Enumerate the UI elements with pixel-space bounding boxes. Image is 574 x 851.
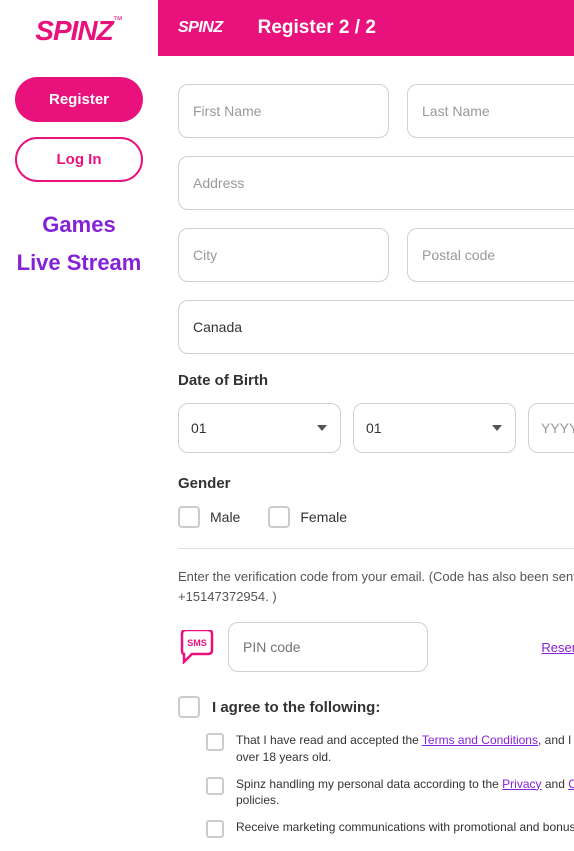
dob-day-select[interactable] bbox=[178, 403, 341, 453]
checkbox-icon bbox=[268, 506, 290, 528]
agree-privacy-text: Spinz handling my personal data accordin… bbox=[236, 776, 574, 810]
nav-games[interactable]: Games bbox=[42, 212, 115, 238]
gender-female-option[interactable]: Female bbox=[268, 506, 347, 528]
verification-info: Enter the verification code from your em… bbox=[178, 567, 574, 606]
resend-code-link[interactable]: Resend code bbox=[541, 640, 574, 655]
dob-year-input[interactable] bbox=[528, 403, 574, 453]
login-button[interactable]: Log In bbox=[15, 137, 143, 182]
logo-trademark: ™ bbox=[113, 15, 123, 26]
gender-male-label: Male bbox=[210, 509, 240, 525]
agree-terms-text: That I have read and accepted the Terms … bbox=[236, 732, 574, 766]
first-name-input[interactable] bbox=[178, 84, 389, 138]
postal-code-input[interactable] bbox=[407, 228, 574, 282]
sms-icon: SMS bbox=[178, 630, 216, 664]
agree-marketing-text: Receive marketing communications with pr… bbox=[236, 819, 574, 838]
agree-title: I agree to the following: bbox=[212, 699, 380, 716]
address-input[interactable] bbox=[178, 156, 574, 210]
terms-link[interactable]: Terms and Conditions bbox=[422, 733, 538, 747]
last-name-input[interactable] bbox=[407, 84, 574, 138]
city-input[interactable] bbox=[178, 228, 389, 282]
country-select[interactable] bbox=[178, 300, 574, 354]
privacy-link[interactable]: Privacy bbox=[502, 777, 541, 791]
divider bbox=[178, 548, 574, 549]
gender-female-label: Female bbox=[300, 509, 347, 525]
register-button[interactable]: Register bbox=[15, 77, 143, 122]
svg-text:SMS: SMS bbox=[187, 638, 207, 648]
nav-live-stream[interactable]: Live Stream bbox=[17, 250, 142, 276]
modal-header: SPINZ Register 2 / 2 bbox=[158, 0, 574, 56]
cookie-link[interactable]: Cookie bbox=[568, 777, 574, 791]
gender-label: Gender bbox=[178, 475, 574, 492]
header-logo: SPINZ bbox=[178, 19, 223, 37]
checkbox-icon bbox=[178, 506, 200, 528]
agree-all-checkbox[interactable] bbox=[178, 696, 200, 718]
sidebar: SPINZ™ Register Log In Games Live Stream bbox=[0, 0, 158, 851]
dob-month-select[interactable] bbox=[353, 403, 516, 453]
gender-male-option[interactable]: Male bbox=[178, 506, 240, 528]
logo: SPINZ™ bbox=[35, 15, 122, 47]
main-panel: SPINZ Register 2 / 2 Date of Birth bbox=[158, 0, 574, 851]
agree-privacy-checkbox[interactable] bbox=[206, 777, 224, 795]
agree-marketing-checkbox[interactable] bbox=[206, 820, 224, 838]
logo-text: SPINZ bbox=[35, 15, 112, 46]
modal-title: Register 2 / 2 bbox=[258, 17, 574, 39]
registration-form: Date of Birth Gender Male Female bbox=[158, 56, 574, 851]
agree-terms-checkbox[interactable] bbox=[206, 733, 224, 751]
dob-label: Date of Birth bbox=[178, 372, 574, 389]
pin-code-input[interactable] bbox=[228, 622, 428, 672]
